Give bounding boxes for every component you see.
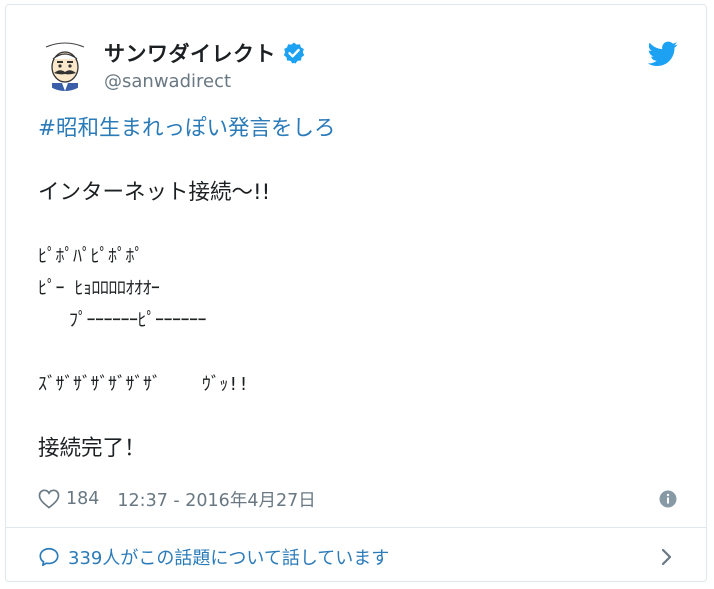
tweet-line	[38, 337, 678, 369]
verified-badge-icon	[282, 41, 306, 65]
user-handle[interactable]: @sanwadirect	[104, 71, 231, 92]
conversation-link[interactable]: 339人がこの話題について話しています	[38, 543, 389, 571]
tweet-card: サンワダイレクト @sanwadirect #昭和生まれっぽい発言をしろ インタ…	[5, 4, 707, 582]
conversation-text[interactable]: 339人がこの話題について話しています	[68, 544, 389, 570]
divider	[6, 527, 706, 528]
tweet-timestamp[interactable]: 12:37 - 2016年4月27日	[117, 487, 315, 512]
tweet-line	[38, 145, 678, 177]
tweet-text: #昭和生まれっぽい発言をしろ インターネット接続〜!! ﾋﾟﾎﾟﾊﾟﾋﾟﾎﾟﾎﾟ…	[38, 113, 678, 465]
like-count: 184	[66, 489, 100, 509]
mascot-avatar-icon[interactable]	[38, 37, 92, 91]
tweet-line: ﾌﾟｰｰｰｰｰｰﾋﾟｰｰｰｰｰｰ	[38, 310, 207, 331]
hashtag-link[interactable]: #昭和生まれっぽい発言をしろ	[38, 113, 678, 145]
tweet-line: インターネット接続〜!!	[38, 180, 271, 205]
heart-icon	[38, 489, 60, 509]
info-icon[interactable]	[658, 489, 678, 509]
tweet-line: 接続完了！	[38, 436, 146, 461]
tweet-line: ｽﾞｻﾞｻﾞｻﾞｻﾞｻﾞｻﾞ ｳﾞｯ!!	[38, 374, 249, 395]
twitter-bird-icon[interactable]	[647, 41, 678, 67]
like-button[interactable]: 184	[38, 489, 99, 509]
user-name-row[interactable]: サンワダイレクト	[104, 37, 306, 69]
tweet-line: ﾋﾟﾎﾟﾊﾟﾋﾟﾎﾟﾎﾟ	[38, 246, 144, 267]
tweet-meta: 184 12:37 - 2016年4月27日	[38, 485, 316, 513]
tweet-line: ﾋﾟｰ ﾋｮﾛﾛﾛﾛｵｵｵｰ	[38, 278, 160, 299]
tweet-line	[38, 209, 678, 241]
chevron-right-icon[interactable]	[660, 548, 674, 566]
display-name[interactable]: サンワダイレクト	[104, 38, 276, 68]
tweet-line	[38, 401, 678, 433]
speech-bubble-icon	[39, 547, 59, 567]
